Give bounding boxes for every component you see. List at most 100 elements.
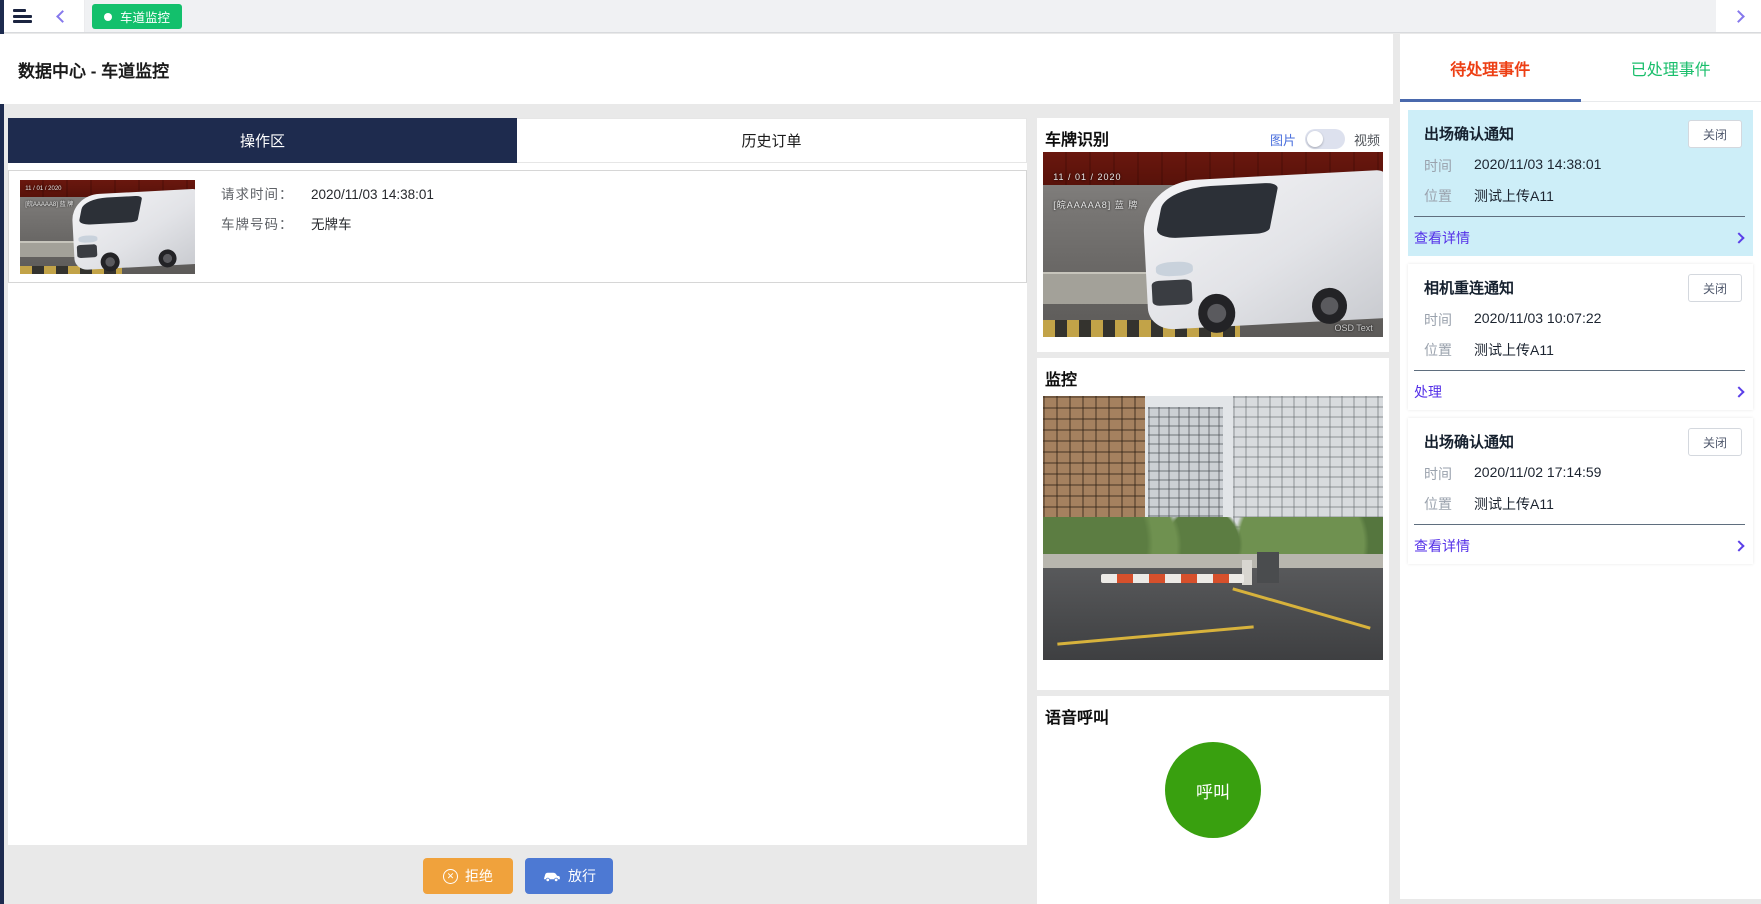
lane-monitoring-page: { "topbar": { "tab_label": "车道监控" }, "pa… [0, 0, 1761, 904]
plate-number-value: 无牌车 [311, 215, 352, 235]
curb-shape [1043, 272, 1159, 303]
event-close-button[interactable]: 关闭 [1688, 274, 1742, 302]
active-tab-underline [1400, 99, 1581, 102]
event-close-button[interactable]: 关闭 [1688, 428, 1742, 456]
event-detail-link[interactable]: 查看详情 [1414, 536, 1470, 556]
vehicle-photo-scene: 11 / 01 / 2020 [皖AAAAA8] 蓝 牌 [20, 180, 195, 274]
event-time-label: 时间 [1424, 156, 1474, 176]
open-tab-lane-monitoring[interactable]: 车道监控 [92, 4, 182, 29]
camera-plate-overlay: [皖AAAAA8] 蓝 牌 [25, 199, 73, 208]
chevron-right-icon [1732, 10, 1745, 23]
open-tab-label: 车道监控 [120, 7, 170, 26]
page-header: 数据中心 - 车道监控 [0, 34, 1393, 104]
events-panel: 待处理事件 已处理事件 出场确认通知 关闭 时间 2020/11/03 14:3… [1400, 34, 1761, 899]
headlight-shape [78, 236, 97, 244]
camera-timestamp-overlay: 11 / 01 / 2020 [1053, 172, 1121, 182]
car-shape [1141, 170, 1383, 331]
monitor-photo [1043, 396, 1383, 660]
chevron-right-icon[interactable] [1733, 540, 1744, 551]
headlight-shape [1155, 261, 1193, 276]
building-shape [1043, 396, 1145, 536]
event-location-value: 测试上传A11 [1474, 340, 1554, 360]
plate-recognition-panel: 车牌识别 图片 视频 11 / 01 / 2020 [皖AAAAA8] 蓝 牌 … [1037, 118, 1389, 352]
event-title: 出场确认通知 [1424, 123, 1514, 144]
tabs-scroll-right-button[interactable] [1716, 0, 1761, 32]
event-location-label: 位置 [1424, 340, 1474, 360]
entry-request-card: 11 / 01 / 2020 [皖AAAAA8] 蓝 牌 请求时间： 2020/… [8, 170, 1027, 283]
grille-shape [76, 245, 97, 259]
event-location-row: 位置 测试上传A11 [1424, 340, 1554, 360]
menu-toggle-button[interactable] [4, 0, 40, 32]
osd-text-overlay: OSD Text [1334, 323, 1372, 333]
plate-recognition-title: 车牌识别 [1045, 126, 1109, 150]
wheel-shape [1311, 288, 1348, 325]
chevron-left-icon [56, 10, 69, 23]
plate-recognition-photo: 11 / 01 / 2020 [皖AAAAA8] 蓝 牌 OSD Text [1043, 152, 1383, 337]
event-divider [1414, 370, 1745, 371]
event-time-label: 时间 [1424, 464, 1474, 484]
chevron-right-icon[interactable] [1733, 386, 1744, 397]
event-divider [1414, 524, 1745, 525]
reject-button[interactable]: ✕ 拒绝 [423, 858, 513, 894]
event-card[interactable]: 相机重连通知 关闭 时间 2020/11/03 10:07:22 位置 测试上传… [1408, 264, 1753, 410]
event-detail-link[interactable]: 查看详情 [1414, 228, 1470, 248]
event-location-value: 测试上传A11 [1474, 494, 1554, 514]
active-dot-icon [104, 13, 112, 21]
event-location-label: 位置 [1424, 186, 1474, 206]
tabs-scroll-left-button[interactable] [40, 0, 85, 32]
monitor-title: 监控 [1045, 366, 1077, 390]
event-time-label: 时间 [1424, 310, 1474, 330]
tab-processed-events[interactable]: 已处理事件 [1581, 34, 1761, 101]
hamburger-icon [13, 9, 32, 23]
release-button[interactable]: 放行 [525, 858, 613, 894]
request-fields: 请求时间： 2020/11/03 14:38:01 车牌号码： 无牌车 [221, 185, 434, 245]
voice-call-panel: 语音呼叫 呼叫 [1037, 696, 1389, 904]
collapsed-sidebar-strip [0, 0, 4, 904]
event-time-row: 时间 2020/11/03 14:38:01 [1424, 156, 1601, 176]
event-title: 相机重连通知 [1424, 277, 1514, 298]
plate-number-row: 车牌号码： 无牌车 [221, 215, 434, 235]
event-handle-link[interactable]: 处理 [1414, 382, 1442, 402]
curb-shape [20, 241, 80, 257]
tab-pending-events[interactable]: 待处理事件 [1400, 34, 1581, 101]
event-card[interactable]: 出场确认通知 关闭 时间 2020/11/02 17:14:59 位置 测试上传… [1408, 418, 1753, 564]
event-time-value: 2020/11/02 17:14:59 [1474, 464, 1601, 484]
request-time-label: 请求时间： [221, 185, 311, 205]
workspace-panel: 操作区 历史订单 11 / 01 / 2020 [皖AAAAA8] 蓝 牌 [8, 118, 1027, 845]
release-button-label: 放行 [568, 866, 596, 886]
toggle-image-label[interactable]: 图片 [1270, 130, 1296, 149]
car-icon [542, 870, 561, 883]
monitor-photo-scene [1043, 396, 1383, 660]
image-video-toggle-switch[interactable] [1305, 129, 1345, 149]
event-title: 出场确认通知 [1424, 431, 1514, 452]
event-close-button[interactable]: 关闭 [1688, 120, 1742, 148]
event-divider [1414, 216, 1745, 217]
toggle-video-label[interactable]: 视频 [1354, 130, 1380, 149]
event-location-row: 位置 测试上传A11 [1424, 186, 1554, 206]
event-footer: 处理 [1414, 377, 1743, 407]
event-time-value: 2020/11/03 14:38:01 [1474, 156, 1601, 176]
workspace-tabs: 操作区 历史订单 [8, 118, 1027, 163]
event-card-list: 出场确认通知 关闭 时间 2020/11/03 14:38:01 位置 测试上传… [1400, 102, 1761, 580]
chevron-right-icon[interactable] [1733, 232, 1744, 243]
camera-timestamp-overlay: 11 / 01 / 2020 [25, 186, 61, 192]
barrier-arm-shape [1101, 574, 1244, 582]
event-time-value: 2020/11/03 10:07:22 [1474, 310, 1601, 330]
event-card[interactable]: 出场确认通知 关闭 时间 2020/11/03 14:38:01 位置 测试上传… [1408, 110, 1753, 256]
events-tabs: 待处理事件 已处理事件 [1400, 34, 1761, 102]
voice-call-title: 语音呼叫 [1045, 704, 1109, 728]
grille-shape [1151, 279, 1192, 306]
call-button[interactable]: 呼叫 [1165, 742, 1261, 838]
windshield-shape [1155, 183, 1279, 240]
image-video-toggle-row: 图片 视频 [1270, 129, 1380, 149]
tab-operation-zone[interactable]: 操作区 [8, 118, 517, 163]
vehicle-thumbnail[interactable]: 11 / 01 / 2020 [皖AAAAA8] 蓝 牌 [20, 180, 195, 274]
toggle-knob [1307, 131, 1323, 147]
page-title: 数据中心 - 车道监控 [18, 57, 169, 82]
reject-circle-x-icon: ✕ [443, 869, 458, 884]
camera-plate-overlay: [皖AAAAA8] 蓝 牌 [1053, 198, 1138, 211]
request-time-value: 2020/11/03 14:38:01 [311, 185, 434, 205]
tab-history-orders[interactable]: 历史订单 [517, 118, 1027, 163]
event-location-label: 位置 [1424, 494, 1474, 514]
windshield-shape [78, 196, 142, 225]
